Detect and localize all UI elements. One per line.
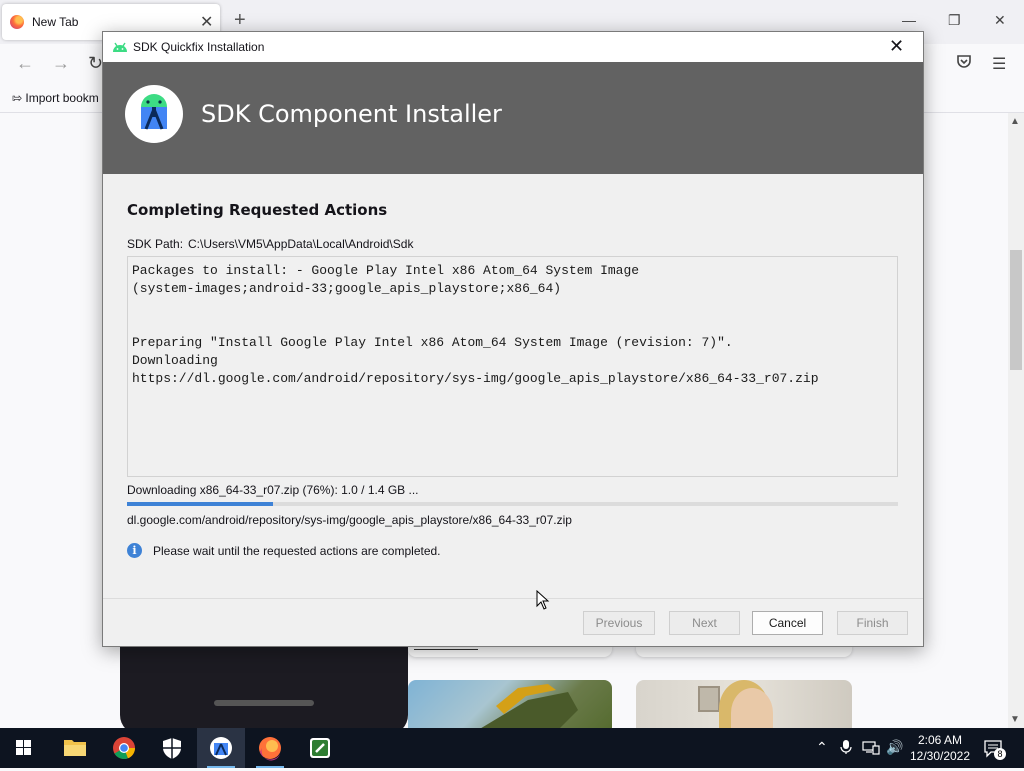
chrome-button[interactable] xyxy=(100,728,148,768)
window-close-icon[interactable]: ✕ xyxy=(994,12,1006,29)
back-icon[interactable]: ← xyxy=(16,53,34,74)
dialog-close-button[interactable]: ✕ xyxy=(889,36,904,57)
progress-fill xyxy=(127,502,274,506)
clock-time: 2:06 AM xyxy=(917,733,963,747)
notification-count-badge: 8 xyxy=(994,748,1006,760)
green-app-icon xyxy=(310,738,330,758)
minimize-icon[interactable]: — xyxy=(902,12,916,28)
download-status-text: Downloading x86_64-33_r07.zip (76%): 1.0… xyxy=(127,483,419,497)
android-studio-icon xyxy=(210,737,232,759)
download-progress-bar xyxy=(127,502,898,506)
scrollbar-thumb[interactable] xyxy=(1010,250,1022,370)
sdk-path-label: SDK Path: xyxy=(127,237,184,251)
shield-icon xyxy=(163,738,181,759)
android-studio-button[interactable] xyxy=(197,728,245,768)
cancel-button[interactable]: Cancel xyxy=(752,611,823,635)
start-button[interactable] xyxy=(0,728,48,768)
previous-button[interactable]: Previous xyxy=(583,611,655,635)
file-explorer-button[interactable] xyxy=(51,728,99,768)
dialog-titlebar[interactable]: SDK Quickfix Installation ✕ xyxy=(103,32,923,62)
clock-date: 12/30/2022 xyxy=(909,749,971,763)
firefox-icon xyxy=(259,737,281,761)
dialog-title: SDK Quickfix Installation xyxy=(133,40,265,54)
import-icon: ⇰ xyxy=(12,91,23,105)
windows-logo-icon xyxy=(16,740,31,755)
phone-image xyxy=(120,640,408,735)
import-bookmarks-link[interactable]: ⇰ Import bookm xyxy=(12,91,99,105)
show-hidden-icons-icon[interactable]: ⌃ xyxy=(816,739,828,756)
windows-taskbar: ⌃ 🔊 2:06 AM 12/30/2022 8 xyxy=(0,728,1024,768)
scroll-up-icon[interactable]: ▲ xyxy=(1010,116,1020,127)
restore-icon[interactable]: ❐ xyxy=(948,12,961,29)
install-log-text: Packages to install: - Google Play Intel… xyxy=(132,263,819,386)
chrome-icon xyxy=(113,737,136,760)
security-button[interactable] xyxy=(148,728,196,768)
install-log-area[interactable]: Packages to install: - Google Play Intel… xyxy=(127,256,898,477)
portrait-image[interactable] xyxy=(636,680,852,730)
step-heading: Completing Requested Actions xyxy=(127,201,388,219)
pocket-icon[interactable] xyxy=(956,53,972,74)
tab-close-icon[interactable]: ✕ xyxy=(200,12,213,32)
microphone-icon[interactable] xyxy=(840,739,852,758)
system-clock[interactable]: 2:06 AM 12/30/2022 xyxy=(900,732,980,764)
info-message: Please wait until the requested actions … xyxy=(153,544,441,558)
firefox-favicon-icon xyxy=(10,15,24,29)
sdk-quickfix-dialog: SDK Quickfix Installation ✕ SDK Componen… xyxy=(102,31,924,647)
firefox-button[interactable] xyxy=(246,728,294,768)
excavator-image[interactable] xyxy=(408,680,612,730)
tab-title: New Tab xyxy=(32,15,79,29)
new-tab-button[interactable]: + xyxy=(234,9,246,32)
reload-icon[interactable]: ↻ xyxy=(88,53,103,74)
scroll-down-icon[interactable]: ▼ xyxy=(1010,714,1020,725)
app-button[interactable] xyxy=(296,728,344,768)
download-url-text: dl.google.com/android/repository/sys-img… xyxy=(127,513,572,527)
android-studio-logo-icon xyxy=(125,85,183,143)
import-bookmarks-label: Import bookm xyxy=(25,91,99,105)
forward-icon[interactable]: → xyxy=(52,53,70,74)
notification-center-button[interactable]: 8 xyxy=(984,740,1006,761)
android-icon xyxy=(112,41,128,56)
page-scrollbar[interactable] xyxy=(1008,113,1024,728)
next-button[interactable]: Next xyxy=(669,611,740,635)
finish-button[interactable]: Finish xyxy=(837,611,908,635)
folder-icon xyxy=(64,740,86,756)
installer-banner: SDK Component Installer xyxy=(103,62,923,174)
info-icon: i xyxy=(127,543,142,558)
banner-title: SDK Component Installer xyxy=(201,100,502,128)
dialog-footer-divider xyxy=(103,598,923,599)
menu-icon[interactable]: ☰ xyxy=(992,54,1006,74)
network-icon[interactable] xyxy=(862,739,880,758)
sdk-path-value: C:\Users\VM5\AppData\Local\Android\Sdk xyxy=(188,237,414,251)
mouse-cursor-icon xyxy=(536,590,550,610)
